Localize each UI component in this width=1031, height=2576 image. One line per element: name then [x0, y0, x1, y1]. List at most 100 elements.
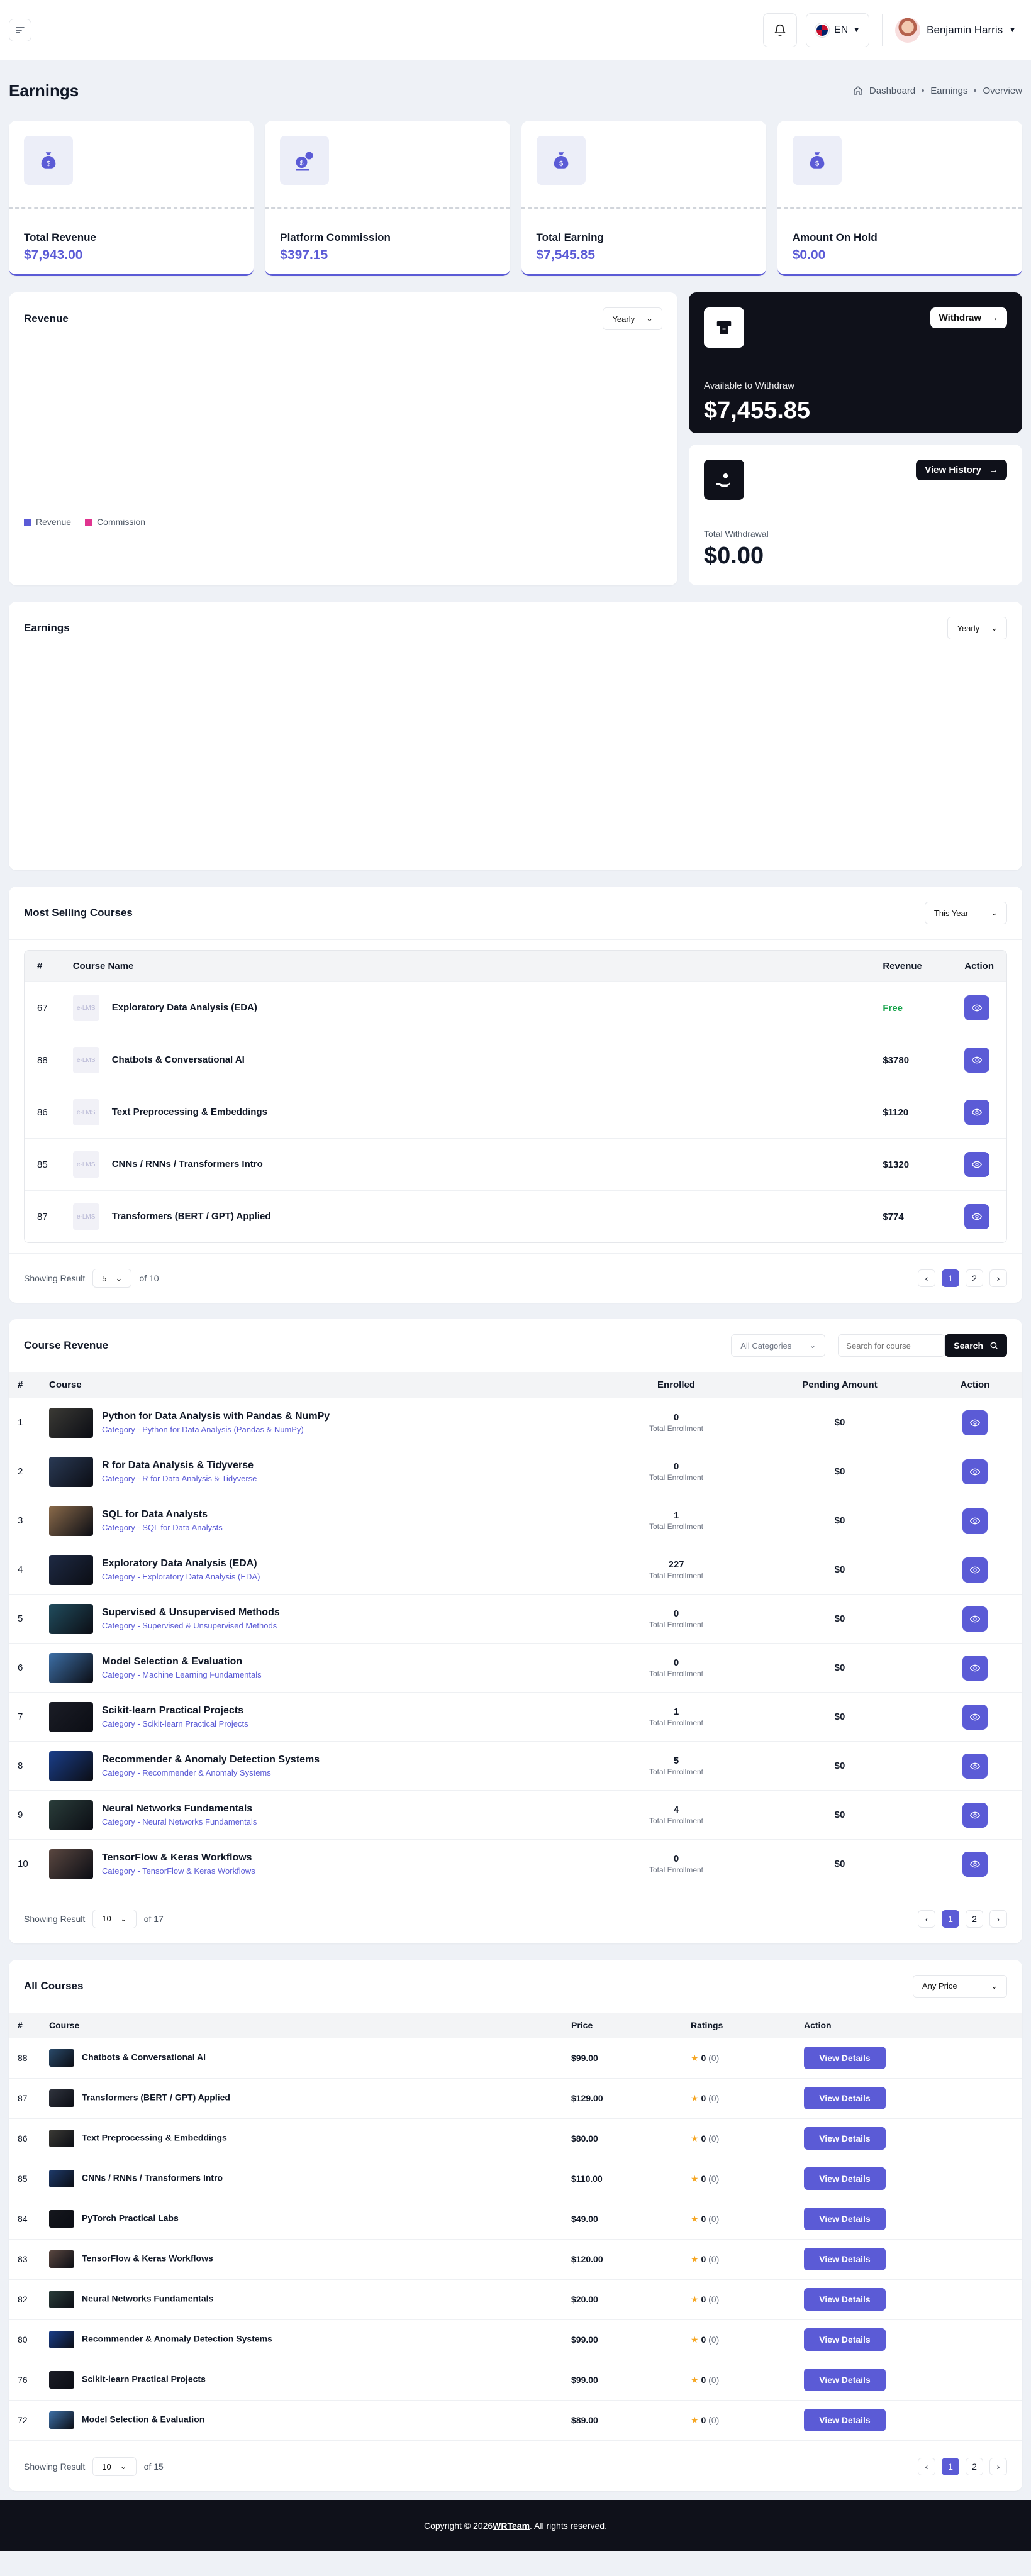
revenue-period-select[interactable]: Yearly ⌄ — [603, 307, 662, 330]
view-course-button[interactable] — [962, 1606, 988, 1632]
view-course-button[interactable] — [962, 1802, 988, 1828]
earnings-period-select[interactable]: Yearly ⌄ — [947, 617, 1007, 639]
view-details-button[interactable]: View Details — [804, 2208, 886, 2230]
course-price: $99.00 — [562, 2359, 682, 2400]
page-1-button[interactable]: 1 — [942, 1910, 959, 1928]
course-category[interactable]: Category - R for Data Analysis & Tidyver… — [102, 1474, 257, 1483]
course-category[interactable]: Category - Recommender & Anomaly Systems — [102, 1768, 320, 1777]
view-course-button[interactable] — [964, 1204, 990, 1229]
per-page-select[interactable]: 10 ⌄ — [92, 1909, 137, 1928]
next-page-button[interactable]: › — [989, 1269, 1007, 1287]
course-image — [49, 1407, 93, 1438]
course-category[interactable]: Category - Machine Learning Fundamentals — [102, 1670, 262, 1679]
table-row: 86 e-LMS Text Preprocessing & Embeddings … — [25, 1086, 1006, 1139]
course-search-input[interactable] — [838, 1334, 945, 1357]
table-row: 7 Scikit-learn Practical Projects Categor… — [9, 1692, 1022, 1742]
most-selling-period-select[interactable]: This Year ⌄ — [924, 902, 1007, 924]
page-2-button[interactable]: 2 — [966, 1269, 983, 1287]
course-category[interactable]: Category - Neural Networks Fundamentals — [102, 1817, 257, 1827]
course-name: Chatbots & Conversational AI — [82, 2052, 206, 2062]
course-title: Model Selection & Evaluation — [102, 1656, 243, 1667]
course-category[interactable]: Category - SQL for Data Analysts — [102, 1523, 223, 1532]
course-image — [49, 1849, 93, 1879]
view-details-button[interactable]: View Details — [804, 2127, 886, 2150]
prev-page-button[interactable]: ‹ — [918, 1910, 935, 1928]
next-page-button[interactable]: › — [989, 2458, 1007, 2475]
view-details-button[interactable]: View Details — [804, 2409, 886, 2432]
per-page-select[interactable]: 5 ⌄ — [92, 1269, 132, 1288]
course-category[interactable]: Category - Python for Data Analysis (Pan… — [102, 1425, 330, 1434]
category-select[interactable]: All Categories ⌄ — [731, 1334, 826, 1357]
user-menu[interactable]: Benjamin Harris ▼ — [895, 17, 1016, 43]
star-icon: ★ — [691, 2173, 699, 2184]
view-course-button[interactable] — [962, 1851, 988, 1877]
course-category[interactable]: Category - TensorFlow & Keras Workflows — [102, 1866, 255, 1876]
course-title: Python for Data Analysis with Pandas & N… — [102, 1411, 330, 1422]
view-course-button[interactable] — [962, 1704, 988, 1730]
view-details-button[interactable]: View Details — [804, 2328, 886, 2351]
view-course-button[interactable] — [962, 1459, 988, 1484]
page-1-button[interactable]: 1 — [942, 2458, 959, 2475]
course-image — [49, 2210, 74, 2228]
view-details-button[interactable]: View Details — [804, 2369, 886, 2391]
star-icon: ★ — [691, 2414, 699, 2425]
price-filter-select[interactable]: Any Price ⌄ — [913, 1974, 1007, 1998]
table-row: 87 Transformers (BERT / GPT) Applied $12… — [9, 2077, 1022, 2118]
stat-value: $397.15 — [280, 248, 328, 262]
row-number: 4 — [9, 1545, 40, 1595]
search-button[interactable]: Search — [945, 1334, 1007, 1357]
brand-link[interactable]: WRTeam — [493, 2521, 530, 2531]
language-selector[interactable]: EN ▼ — [806, 13, 870, 47]
course-image — [49, 2089, 74, 2107]
breadcrumb-dashboard[interactable]: Dashboard — [869, 86, 915, 96]
page-2-button[interactable]: 2 — [966, 1910, 983, 1928]
revenue-card: Revenue Yearly ⌄ Revenue Commission — [9, 292, 677, 585]
table-row: 1 Python for Data Analysis with Pandas &… — [9, 1398, 1022, 1447]
view-details-button[interactable]: View Details — [804, 2047, 886, 2069]
menu-toggle-button[interactable] — [9, 18, 31, 41]
chevron-down-icon: ⌄ — [646, 314, 653, 323]
withdraw-button[interactable]: Withdraw → — [930, 307, 1007, 328]
breadcrumb-earnings[interactable]: Earnings — [930, 86, 967, 96]
view-course-button[interactable] — [964, 1100, 990, 1125]
course-rating: ★ 0 (0) — [682, 2279, 795, 2319]
page-2-button[interactable]: 2 — [966, 2458, 983, 2475]
page-1-button[interactable]: 1 — [942, 1269, 959, 1287]
course-category[interactable]: Category - Scikit-learn Practical Projec… — [102, 1719, 248, 1728]
view-details-button[interactable]: View Details — [804, 2167, 886, 2190]
prev-page-button[interactable]: ‹ — [918, 1269, 935, 1287]
course-price: $49.00 — [562, 2198, 682, 2239]
course-thumbnail: e-LMS — [72, 1099, 99, 1125]
course-revenue: $1120 — [870, 1086, 952, 1139]
legend-revenue[interactable]: Revenue — [24, 517, 71, 527]
view-course-button[interactable] — [964, 1048, 990, 1073]
notification-button[interactable] — [763, 13, 798, 47]
course-price: $110.00 — [562, 2158, 682, 2199]
pending-amount: $0 — [752, 1545, 928, 1595]
course-name: Neural Networks Fundamentals — [82, 2293, 214, 2304]
table-row: 6 Model Selection & Evaluation Category -… — [9, 1643, 1022, 1693]
view-course-button[interactable] — [962, 1557, 988, 1583]
withdrawal-history-card: View History → Total Withdrawal $0.00 — [689, 445, 1022, 585]
course-category[interactable]: Category - Exploratory Data Analysis (ED… — [102, 1572, 260, 1581]
view-course-button[interactable] — [962, 1655, 988, 1681]
prev-page-button[interactable]: ‹ — [918, 2458, 935, 2475]
view-details-button[interactable]: View Details — [804, 2087, 886, 2109]
view-details-button[interactable]: View Details — [804, 2288, 886, 2311]
row-id: 85 — [25, 1138, 60, 1191]
view-course-button[interactable] — [964, 995, 990, 1020]
course-price: $99.00 — [562, 2319, 682, 2360]
table-row: 72 Model Selection & Evaluation $89.00 ★… — [9, 2399, 1022, 2440]
view-course-button[interactable] — [964, 1152, 990, 1177]
view-history-button[interactable]: View History → — [916, 460, 1007, 480]
caret-down-icon: ▼ — [1009, 26, 1016, 34]
view-details-button[interactable]: View Details — [804, 2248, 886, 2270]
per-page-select[interactable]: 10 ⌄ — [92, 2457, 137, 2476]
enrolled-count: 1 — [673, 1706, 679, 1717]
view-course-button[interactable] — [962, 1753, 988, 1779]
legend-commission[interactable]: Commission — [85, 517, 145, 527]
course-category[interactable]: Category - Supervised & Unsupervised Met… — [102, 1621, 280, 1630]
view-course-button[interactable] — [962, 1508, 988, 1534]
next-page-button[interactable]: › — [989, 1910, 1007, 1928]
view-course-button[interactable] — [962, 1410, 988, 1435]
